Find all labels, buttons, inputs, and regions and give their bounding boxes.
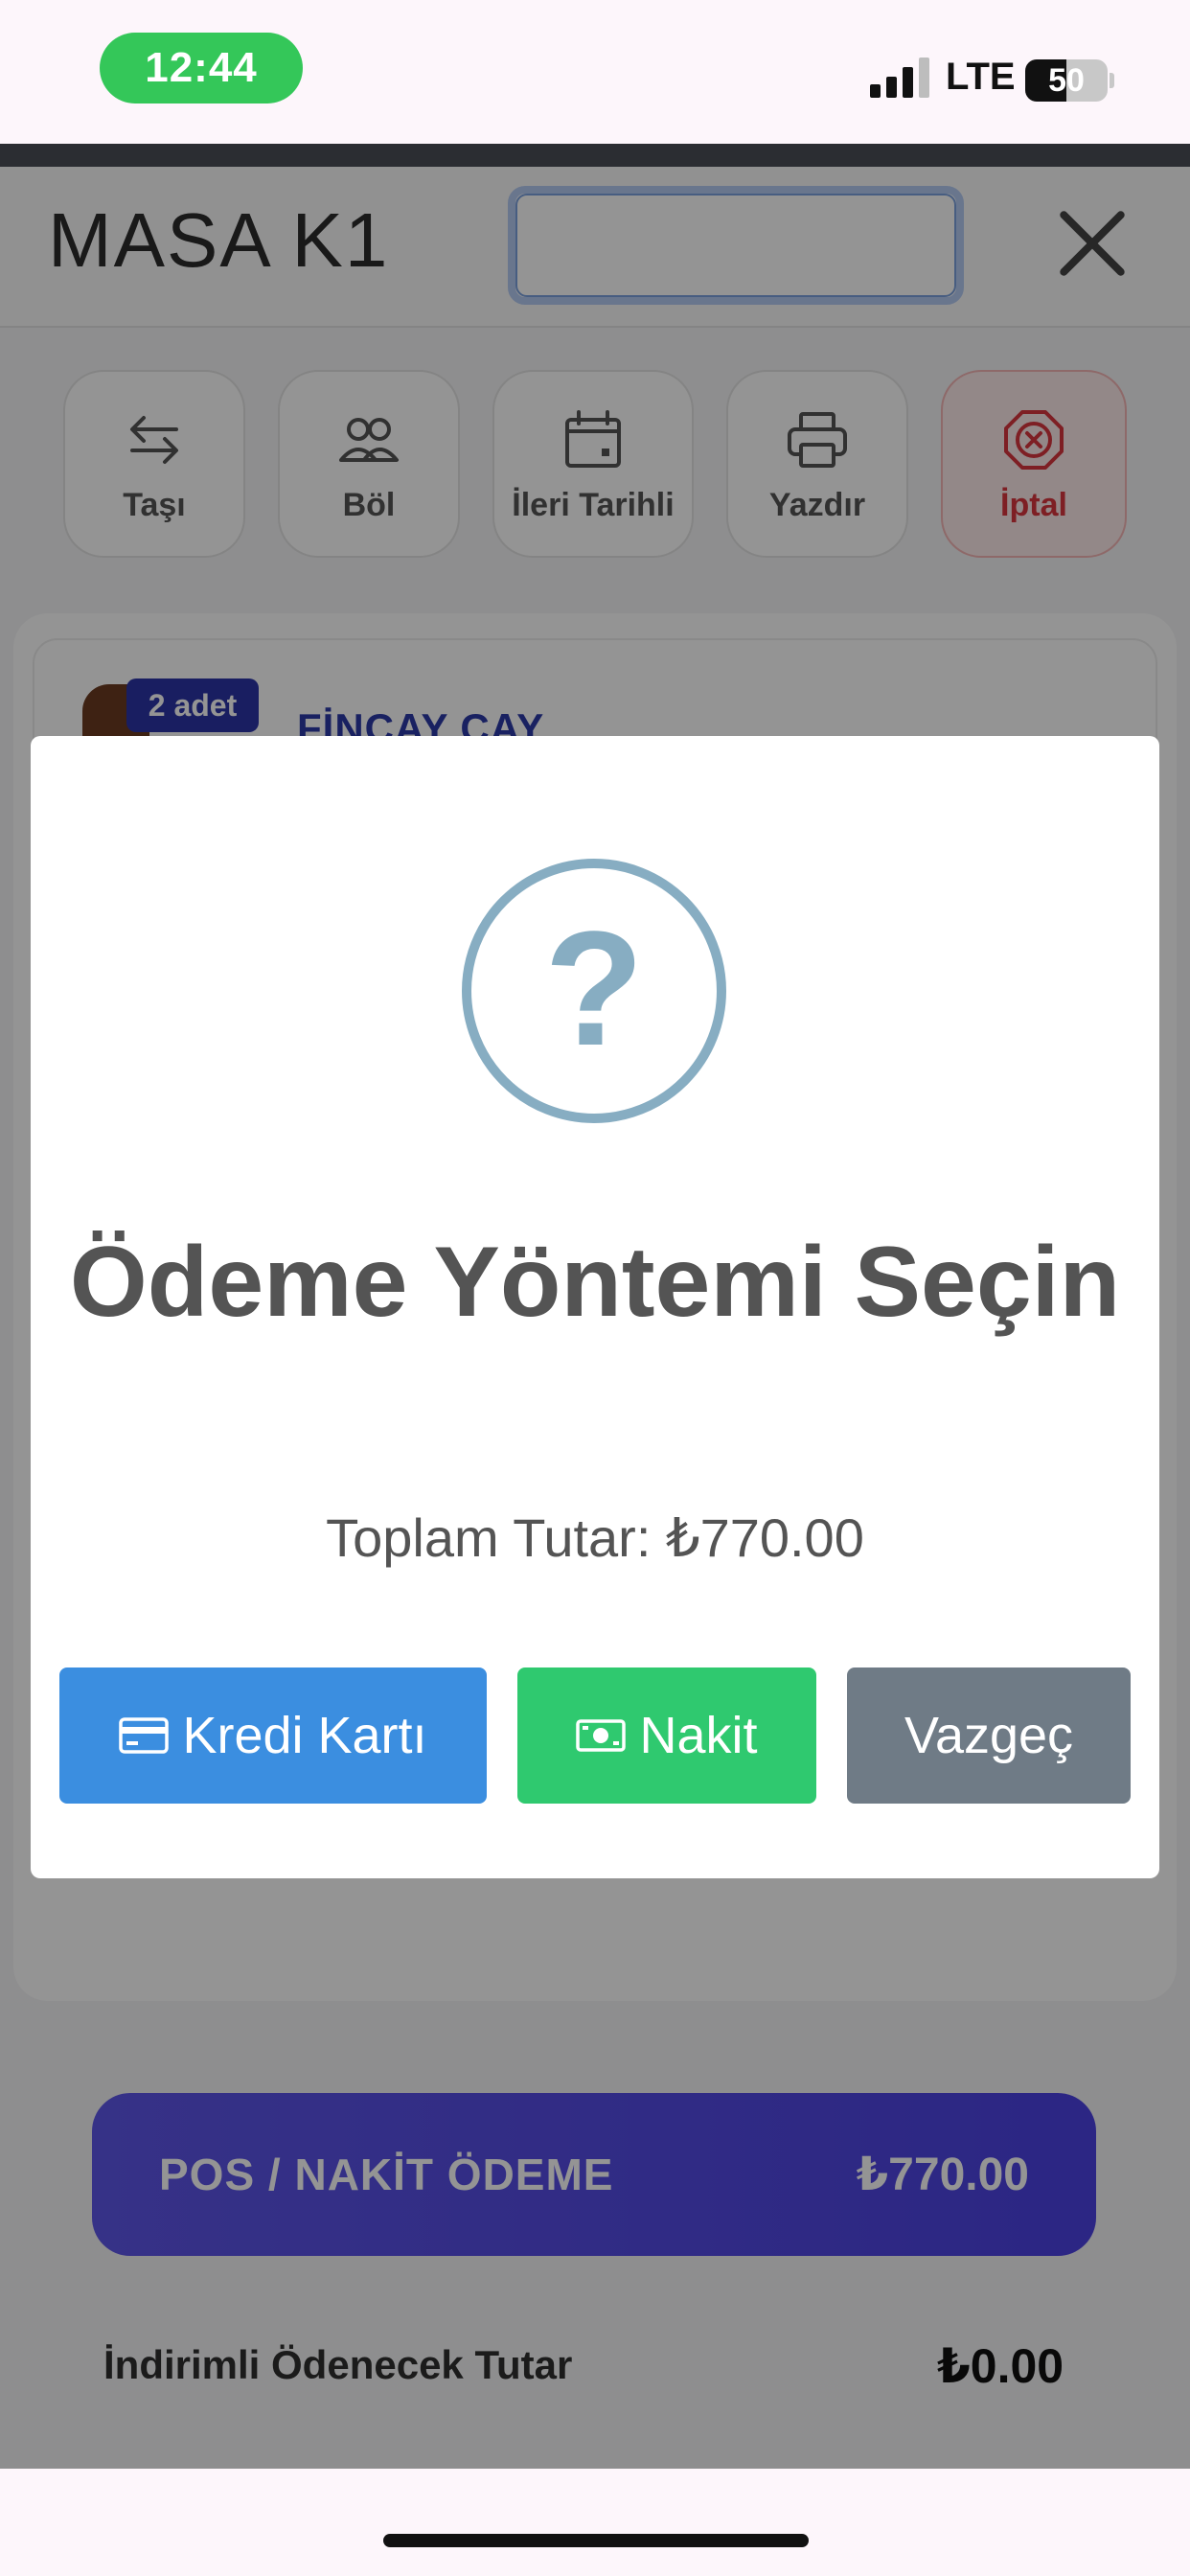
cash-button[interactable]: Nakit	[517, 1668, 816, 1804]
credit-card-label: Kredi Kartı	[182, 1707, 427, 1764]
dismiss-button[interactable]: Vazgeç	[847, 1668, 1131, 1804]
svg-text:?: ?	[544, 898, 644, 1080]
cash-label: Nakit	[639, 1707, 758, 1764]
question-circle-icon: ?	[462, 859, 726, 1123]
dismiss-label: Vazgeç	[904, 1707, 1074, 1764]
battery-icon: 50	[1025, 59, 1108, 102]
dialog-title: Ödeme Yöntemi Seçin	[69, 1227, 1121, 1338]
credit-card-icon	[119, 1717, 170, 1754]
network-label: LTE	[946, 56, 1016, 98]
credit-card-button[interactable]: Kredi Kartı	[59, 1668, 487, 1804]
signal-icon	[870, 58, 931, 98]
dialog-total: Toplam Tutar: ₺770.00	[326, 1507, 864, 1568]
battery-percent: 50	[1048, 61, 1085, 99]
battery-tip	[1110, 73, 1114, 88]
status-time: 12:44	[100, 33, 303, 104]
home-indicator[interactable]	[383, 2534, 809, 2547]
home-indicator-area	[0, 2469, 1190, 2576]
cash-icon	[576, 1719, 627, 1752]
